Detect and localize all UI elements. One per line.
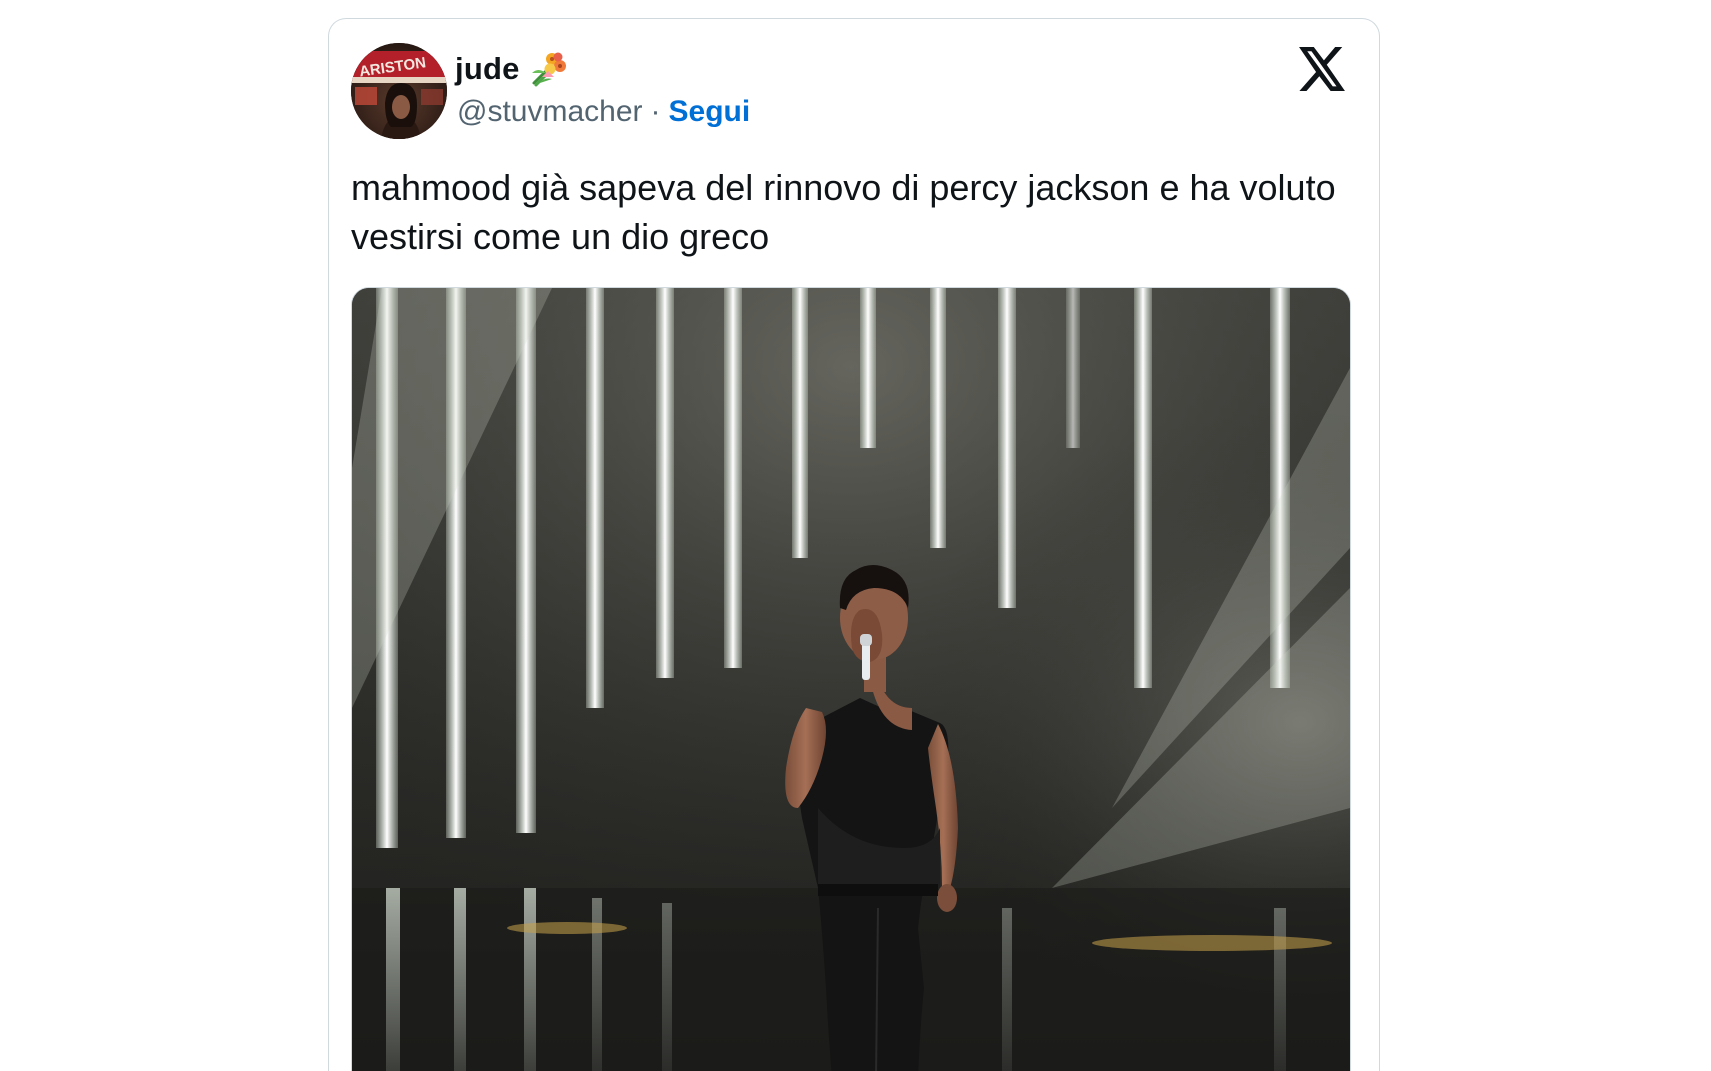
author-name-line[interactable]: jude bbox=[455, 49, 568, 89]
bouquet-icon bbox=[528, 49, 568, 89]
x-logo-icon[interactable] bbox=[1299, 47, 1345, 91]
author-display-name[interactable]: jude bbox=[455, 51, 520, 87]
tweet-header: ARISTON jude @stuvmacher · Segui bbox=[351, 43, 1351, 139]
follow-button[interactable]: Segui bbox=[669, 95, 751, 129]
author-handle-line: @stuvmacher · Segui bbox=[457, 95, 750, 129]
tweet-text: mahmood già sapeva del rinnovo di percy … bbox=[351, 167, 1336, 257]
tweet-media-photo[interactable] bbox=[351, 287, 1351, 1071]
separator-dot: · bbox=[650, 95, 661, 128]
avatar[interactable]: ARISTON bbox=[351, 43, 447, 139]
author-handle[interactable]: @stuvmacher bbox=[457, 95, 643, 129]
avatar-image: ARISTON bbox=[351, 43, 447, 139]
tweet-embed-card[interactable]: ARISTON jude @stuvmacher · Segui mahmood… bbox=[328, 18, 1380, 1071]
stage-photo bbox=[352, 288, 1350, 1071]
